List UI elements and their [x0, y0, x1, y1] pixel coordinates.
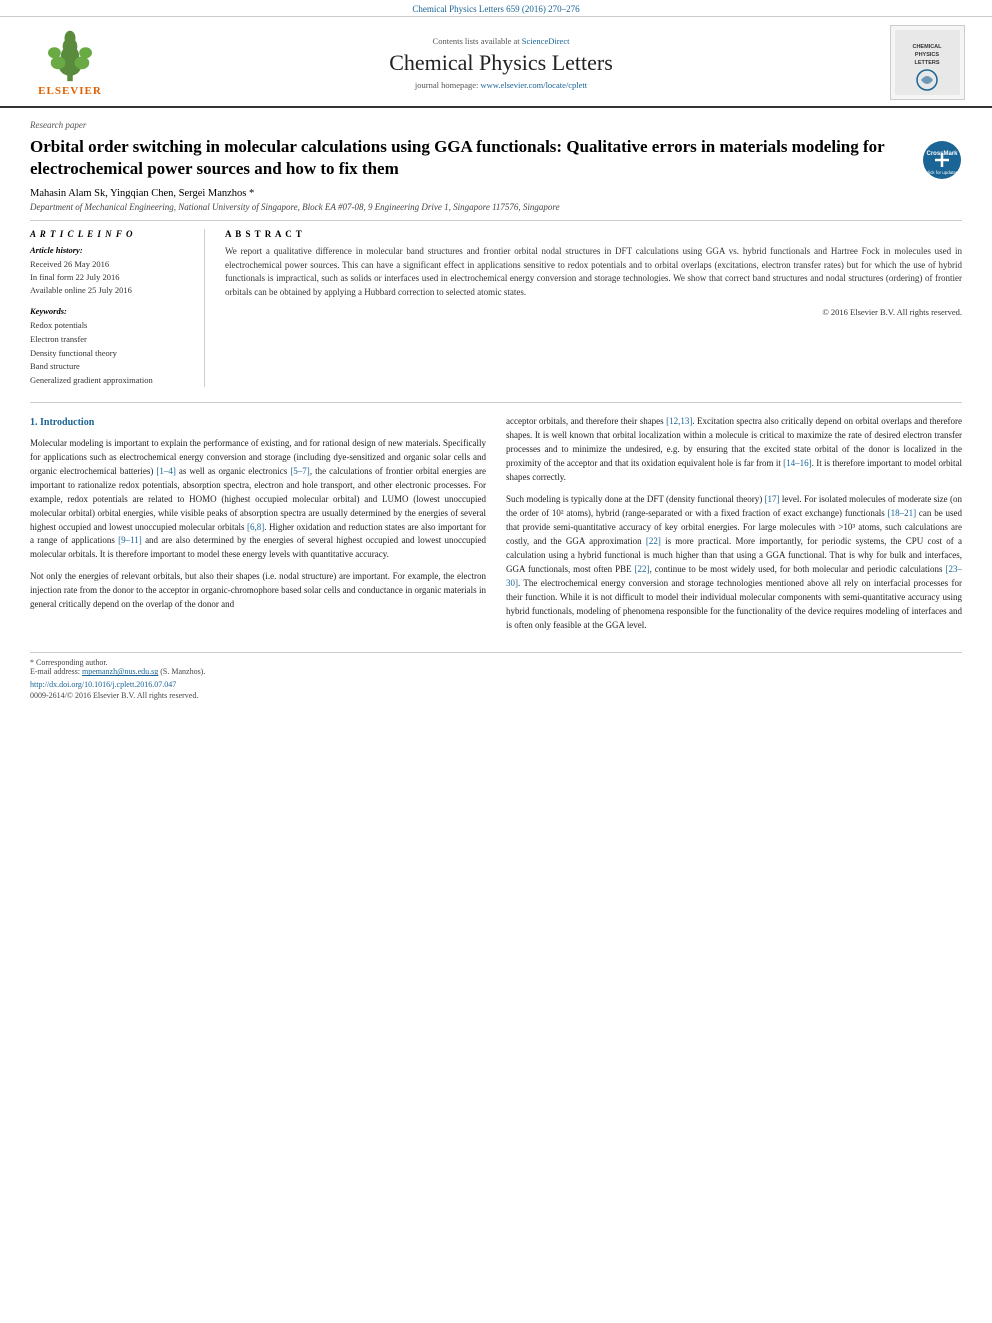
- body-col2-para1: acceptor orbitals, and therefore their s…: [506, 415, 962, 485]
- footnote-section: * Corresponding author. E-mail address: …: [30, 652, 962, 700]
- journal-logo-box-area: CHEMICAL PHYSICS LETTERS: [882, 25, 972, 100]
- affiliation: Department of Mechanical Engineering, Na…: [30, 202, 962, 212]
- journal-ref-text: Chemical Physics Letters 659 (2016) 270–…: [412, 4, 579, 14]
- elsevier-logo-area: ELSEVIER: [20, 28, 120, 97]
- article-history-label: Article history:: [30, 245, 192, 255]
- science-direct-link[interactable]: ScienceDirect: [522, 36, 570, 46]
- article-info-heading: A R T I C L E I N F O: [30, 229, 192, 239]
- journal-header: ELSEVIER Contents lists available at Sci…: [0, 16, 992, 108]
- doi-bar: http://dx.doi.org/10.1016/j.cplett.2016.…: [30, 680, 962, 689]
- email-link[interactable]: mpemanzh@nus.edu.sg: [82, 667, 158, 676]
- keyword-4: Band structure: [30, 360, 192, 374]
- article-title: Orbital order switching in molecular cal…: [30, 136, 912, 180]
- abstract-section: A B S T R A C T We report a qualitative …: [225, 229, 962, 387]
- svg-text:PHYSICS: PHYSICS: [914, 52, 938, 58]
- article-info-panel: A R T I C L E I N F O Article history: R…: [30, 229, 205, 387]
- journal-title: Chemical Physics Letters: [120, 50, 882, 76]
- elsevier-brand-text: ELSEVIER: [38, 85, 102, 97]
- crossmark-icon: CrossMark click for updates: [922, 140, 962, 180]
- email-note: E-mail address: mpemanzh@nus.edu.sg (S. …: [30, 667, 962, 676]
- journal-logo-image: CHEMICAL PHYSICS LETTERS: [890, 25, 965, 100]
- science-direct-note: Contents lists available at ScienceDirec…: [120, 36, 882, 46]
- body-columns: 1. Introduction Molecular modeling is im…: [30, 402, 962, 640]
- main-content: Research paper Orbital order switching i…: [0, 108, 992, 710]
- body-column-left: 1. Introduction Molecular modeling is im…: [30, 415, 486, 640]
- keyword-5: Generalized gradient approximation: [30, 374, 192, 388]
- abstract-text: We report a qualitative difference in mo…: [225, 245, 962, 299]
- elsevier-logo: ELSEVIER: [20, 28, 120, 97]
- abstract-heading: A B S T R A C T: [225, 229, 962, 239]
- available-online-date: Available online 25 July 2016: [30, 284, 192, 297]
- body-col1-para1: Molecular modeling is important to expla…: [30, 437, 486, 562]
- section1-title: 1. Introduction: [30, 415, 486, 431]
- article-title-row: Orbital order switching in molecular cal…: [30, 136, 962, 180]
- keyword-3: Density functional theory: [30, 347, 192, 361]
- received-date: Received 26 May 2016: [30, 258, 192, 271]
- keyword-2: Electron transfer: [30, 333, 192, 347]
- cpl-journal-icon: CHEMICAL PHYSICS LETTERS: [895, 30, 960, 95]
- corresponding-author-note: * Corresponding author.: [30, 658, 962, 667]
- body-col2-para2: Such modeling is typically done at the D…: [506, 493, 962, 632]
- svg-text:click for updates: click for updates: [926, 170, 959, 175]
- copyright-notice: © 2016 Elsevier B.V. All rights reserved…: [225, 307, 962, 317]
- issn-line: 0009-2614/© 2016 Elsevier B.V. All right…: [30, 691, 962, 700]
- final-form-date: In final form 22 July 2016: [30, 271, 192, 284]
- doi-link[interactable]: http://dx.doi.org/10.1016/j.cplett.2016.…: [30, 680, 176, 689]
- elsevier-tree-icon: [35, 28, 105, 83]
- authors: Mahasin Alam Sk, Yingqian Chen, Sergei M…: [30, 188, 962, 199]
- journal-reference: Chemical Physics Letters 659 (2016) 270–…: [0, 0, 992, 16]
- journal-title-area: Contents lists available at ScienceDirec…: [120, 36, 882, 90]
- body-column-right: acceptor orbitals, and therefore their s…: [506, 415, 962, 640]
- paper-type-label: Research paper: [30, 120, 962, 130]
- body-col1-para2: Not only the energies of relevant orbita…: [30, 570, 486, 612]
- keyword-1: Redox potentials: [30, 319, 192, 333]
- journal-homepage-link[interactable]: www.elsevier.com/locate/cplett: [481, 80, 588, 90]
- article-info-abstract-section: A R T I C L E I N F O Article history: R…: [30, 220, 962, 387]
- keywords-label: Keywords:: [30, 306, 192, 316]
- keywords-section: Keywords: Redox potentials Electron tran…: [30, 306, 192, 387]
- svg-text:CHEMICAL: CHEMICAL: [912, 44, 942, 50]
- journal-homepage: journal homepage: www.elsevier.com/locat…: [120, 80, 882, 90]
- crossmark-badge: CrossMark click for updates: [922, 140, 962, 180]
- svg-text:LETTERS: LETTERS: [914, 60, 939, 66]
